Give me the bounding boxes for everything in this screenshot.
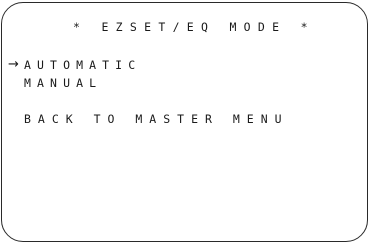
osd-menu-screen: * EZSET/EQ MODE * → AUTOMATIC MANUAL BAC… [1, 2, 368, 242]
menu-item-back-to-master-menu[interactable]: BACK TO MASTER MENU [24, 113, 289, 126]
menu-item-manual[interactable]: MANUAL [24, 77, 102, 90]
menu-item-automatic[interactable]: AUTOMATIC [24, 59, 141, 72]
selection-arrow-icon: → [8, 57, 19, 72]
menu-title: * EZSET/EQ MODE * [73, 20, 315, 34]
